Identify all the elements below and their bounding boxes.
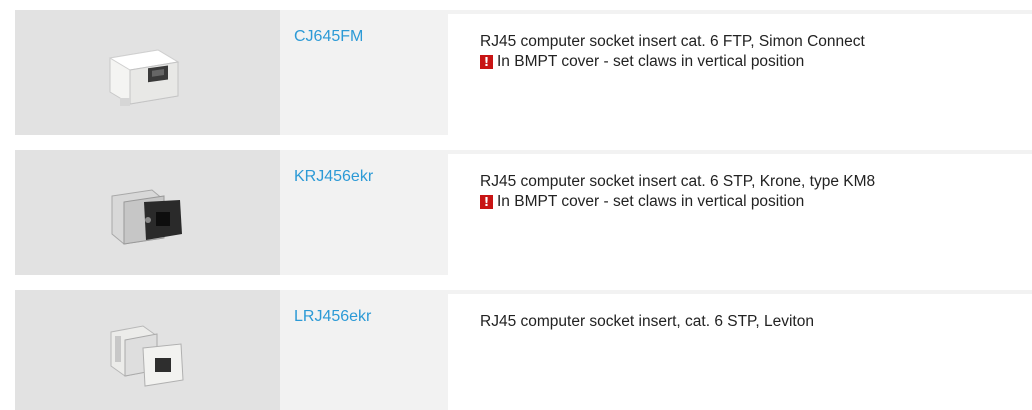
product-description-cell: RJ45 computer socket insert, cat. 6 STP,… [448,290,1032,410]
product-description: RJ45 computer socket insert, cat. 6 STP,… [480,313,814,330]
product-image-cell [15,290,280,410]
product-description: RJ45 computer socket insert cat. 6 STP, … [480,173,876,190]
product-note-text: In BMPT cover - set claws in vertical po… [497,193,805,210]
product-code-link[interactable]: LRJ456ekr [294,308,371,325]
product-code-link[interactable]: KRJ456ekr [294,168,373,185]
table-row: LRJ456ekr RJ45 computer socket insert, c… [15,290,1032,410]
product-image-cell [15,150,280,275]
table-row: CJ645FM RJ45 computer socket insert cat.… [15,10,1032,135]
product-note: ! In BMPT cover - set claws in vertical … [480,192,1032,212]
product-description-cell: RJ45 computer socket insert cat. 6 FTP, … [448,10,1032,135]
product-description: RJ45 computer socket insert cat. 6 FTP, … [480,33,865,50]
product-code-cell: CJ645FM [280,10,448,135]
table-row: KRJ456ekr RJ45 computer socket insert ca… [15,150,1032,275]
product-note-text: In BMPT cover - set claws in vertical po… [497,53,805,70]
product-note: ! In BMPT cover - set claws in vertical … [480,52,1032,72]
product-description-cell: RJ45 computer socket insert cat. 6 STP, … [448,150,1032,275]
exclamation-icon: ! [480,55,493,69]
product-code-link[interactable]: CJ645FM [294,28,363,45]
product-table: CJ645FM RJ45 computer socket insert cat.… [15,10,1032,410]
exclamation-icon: ! [480,195,493,209]
metal-keystone-socket-image [110,325,184,387]
product-code-cell: LRJ456ekr [280,290,448,410]
product-image-cell [15,10,280,135]
black-keystone-socket-image [111,189,182,245]
product-code-cell: KRJ456ekr [280,150,448,275]
white-keystone-socket-image [108,49,180,106]
